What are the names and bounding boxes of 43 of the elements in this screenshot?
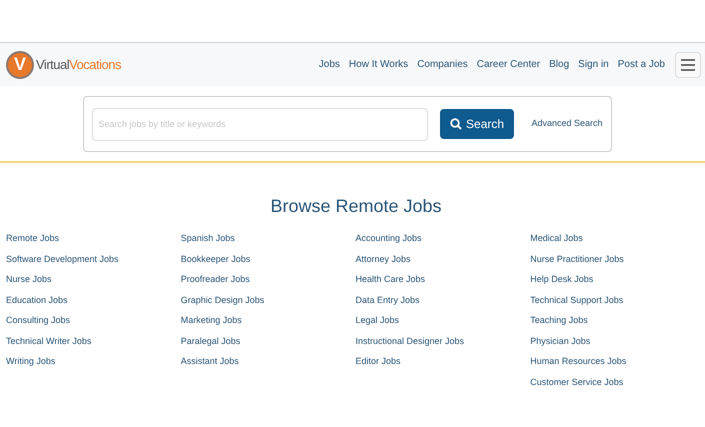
nav-link[interactable]: Jobs bbox=[318, 57, 340, 72]
job-category-link[interactable]: Instructional Designer Jobs bbox=[356, 330, 464, 351]
advanced-search-link[interactable]: Advanced Search bbox=[531, 117, 602, 131]
job-category-link[interactable]: Education Jobs bbox=[6, 290, 68, 310]
job-category-link[interactable]: Remote Jobs bbox=[6, 228, 60, 248]
job-category-link[interactable]: Nurse Practitioner Jobs bbox=[530, 248, 624, 269]
menu-button[interactable] bbox=[675, 52, 701, 78]
job-category-link[interactable]: Medical Jobs bbox=[530, 228, 583, 248]
job-category-link[interactable]: Technical Support Jobs bbox=[530, 290, 624, 310]
job-category-link[interactable]: Data Entry Jobs bbox=[356, 290, 420, 310]
search-icon bbox=[450, 118, 462, 130]
job-category-link[interactable]: Accounting Jobs bbox=[356, 228, 422, 248]
job-category-link[interactable]: Software Development Jobs bbox=[6, 248, 119, 269]
menu-icon bbox=[681, 58, 695, 70]
job-category-link[interactable]: Human Resources Jobs bbox=[530, 351, 626, 372]
logo-text[interactable]: VirtualVocations bbox=[36, 54, 121, 74]
job-category-link[interactable]: Editor Jobs bbox=[356, 351, 401, 372]
job-category-link[interactable]: Bookkeeper Jobs bbox=[180, 248, 250, 269]
nav-link[interactable]: Companies bbox=[417, 57, 468, 72]
nav-link[interactable]: How It Works bbox=[348, 57, 408, 72]
job-category-link[interactable]: Consulting Jobs bbox=[6, 310, 70, 330]
browse-title: Browse Remote Jobs bbox=[269, 195, 443, 218]
job-category-link[interactable]: Legal Jobs bbox=[356, 310, 400, 330]
nav-link[interactable]: Blog bbox=[549, 57, 570, 72]
job-category-link[interactable]: Technical Writer Jobs bbox=[6, 330, 92, 351]
job-category-link[interactable]: Writing Jobs bbox=[6, 351, 56, 372]
job-category-link[interactable]: Assistant Jobs bbox=[180, 351, 239, 372]
job-category-link[interactable]: Paralegal Jobs bbox=[180, 330, 240, 351]
job-category-link[interactable]: Graphic Design Jobs bbox=[180, 290, 264, 310]
search-button[interactable]: Search bbox=[440, 109, 514, 139]
job-category-link[interactable]: Marketing Jobs bbox=[180, 310, 242, 330]
job-category-link[interactable]: Proofreader Jobs bbox=[180, 269, 250, 290]
job-category-link[interactable]: Attorney Jobs bbox=[356, 248, 411, 269]
job-category-link[interactable]: Nurse Jobs bbox=[6, 269, 52, 290]
job-category-link[interactable]: Teaching Jobs bbox=[530, 310, 588, 330]
job-category-link[interactable]: Spanish Jobs bbox=[180, 228, 235, 248]
nav-link[interactable]: Career Center bbox=[476, 57, 540, 72]
nav-link[interactable]: Post a Job bbox=[618, 57, 665, 72]
nav-link[interactable]: Sign in bbox=[578, 57, 609, 72]
job-category-link[interactable]: Physician Jobs bbox=[530, 330, 590, 351]
job-category-link[interactable]: Help Desk Jobs bbox=[530, 269, 594, 290]
job-category-link[interactable]: Health Care Jobs bbox=[356, 269, 426, 290]
job-category-link[interactable]: Customer Service Jobs bbox=[530, 372, 624, 392]
